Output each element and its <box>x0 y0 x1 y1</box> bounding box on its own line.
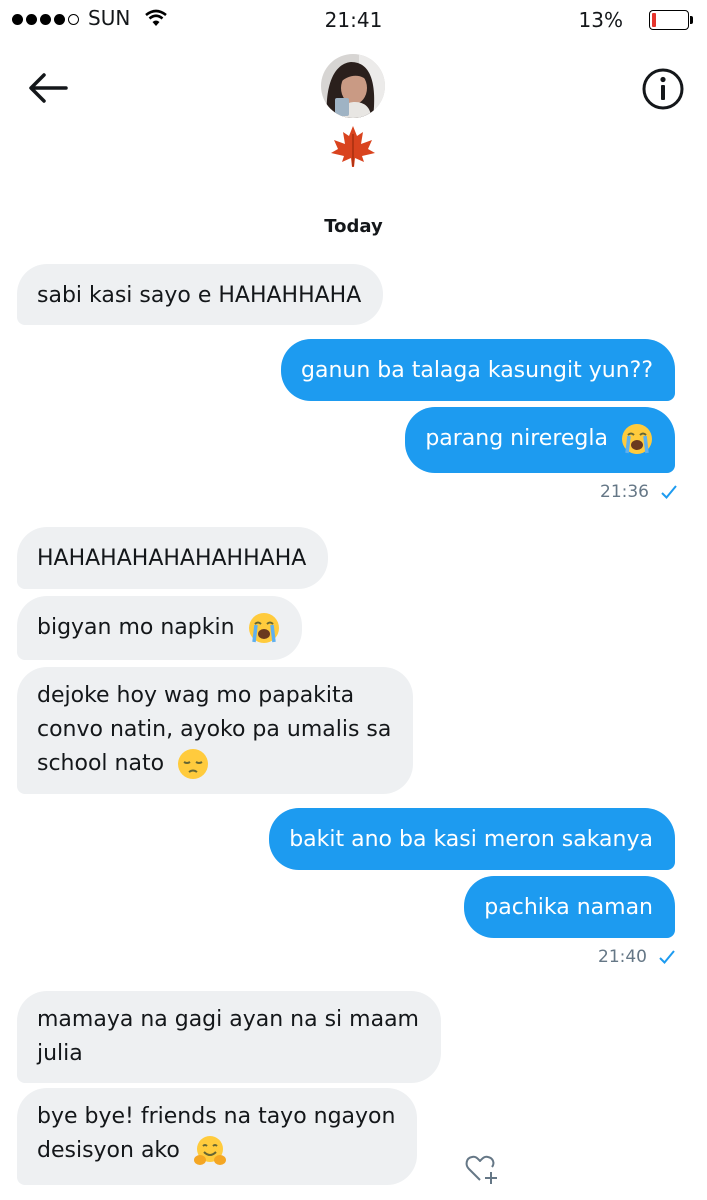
heart-add-icon <box>465 1155 497 1184</box>
info-icon <box>642 68 684 110</box>
message-bubble-outgoing[interactable]: bakit ano ba kasi meron sakanya <box>269 808 675 870</box>
message-text: parang nireregla <box>425 426 608 451</box>
message-text-line: desisyon ako <box>37 1138 180 1163</box>
loudly-crying-face-icon <box>248 613 279 643</box>
battery-icon <box>649 10 696 32</box>
message-text-line: school nato <box>37 751 165 776</box>
loudly-crying-face-icon <box>622 424 652 454</box>
message-text: ganun ba talaga kasungit yun?? <box>301 358 653 383</box>
message-bubble-outgoing[interactable]: parang nireregla <box>405 407 675 473</box>
pensive-face-icon <box>178 749 209 779</box>
message-text: sabi kasi sayo e HAHAHHAHA <box>37 283 362 308</box>
message-text: pachika naman <box>484 895 653 920</box>
status-bar: SUN 21:41 13% <box>0 0 707 40</box>
message-text-line: bye bye! friends na tayo ngayon <box>37 1104 396 1129</box>
back-button[interactable] <box>26 68 70 108</box>
message-bubble-outgoing[interactable]: ganun ba talaga kasungit yun?? <box>281 339 675 401</box>
checkmark-icon <box>661 485 678 499</box>
battery-percentage: 13% <box>578 8 623 32</box>
message-text-line: mamaya na gagi ayan na si maam <box>37 1007 419 1032</box>
message-text-line: dejoke hoy wag mo papakita <box>37 683 355 708</box>
avatar-photo <box>321 54 385 118</box>
message-bubble-incoming[interactable]: bye bye! friends na tayo ngayon desisyon… <box>17 1088 418 1185</box>
maple-leaf-icon <box>331 126 375 167</box>
message-bubble-outgoing[interactable]: pachika naman <box>464 876 675 938</box>
message-text: HAHAHAHAHAHAHHAHA <box>37 546 307 571</box>
message-text: bigyan mo napkin <box>37 615 235 640</box>
message-text-line: convo natin, ayoko pa umalis sa <box>37 717 392 742</box>
message-text: bakit ano ba kasi meron sakanya <box>289 827 653 852</box>
info-button[interactable] <box>641 67 685 111</box>
message-bubble-incoming[interactable]: HAHAHAHAHAHAHHAHA <box>17 527 329 589</box>
battery-fill <box>652 13 656 27</box>
timestamp: 21:36 <box>600 482 678 502</box>
checkmark-icon <box>659 950 676 964</box>
timestamp: 21:40 <box>598 947 676 967</box>
message-bubble-incoming[interactable]: mamaya na gagi ayan na si maam julia <box>17 991 441 1083</box>
contact-avatar[interactable] <box>321 54 385 118</box>
date-separator: Today <box>324 216 383 237</box>
add-reaction-button[interactable] <box>464 1152 500 1186</box>
message-bubble-incoming[interactable]: sabi kasi sayo e HAHAHHAHA <box>17 264 384 325</box>
message-text-line: julia <box>37 1041 83 1066</box>
message-bubble-incoming[interactable]: dejoke hoy wag mo papakita convo natin, … <box>17 667 414 794</box>
message-bubble-incoming[interactable]: bigyan mo napkin <box>17 596 302 660</box>
hugging-face-icon <box>193 1136 226 1165</box>
arrow-left-icon <box>29 73 68 103</box>
